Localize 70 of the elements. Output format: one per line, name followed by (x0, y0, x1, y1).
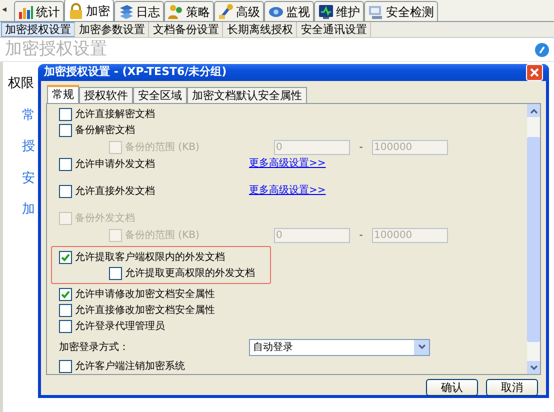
checkbox[interactable] (59, 158, 72, 170)
settings-link[interactable]: 授 (22, 137, 35, 156)
checkbox-label: 允许申请修改加密文档安全属性 (75, 288, 215, 302)
checkmark-icon (61, 252, 70, 262)
checkbox-label: 允许申请外发文档 (75, 158, 155, 172)
dialog-tab[interactable]: 安全区域 (133, 87, 187, 103)
range-separator: - (358, 140, 364, 154)
settings-tab[interactable]: 安全通讯设置 (298, 22, 371, 37)
module-tab[interactable]: 日志 (114, 1, 164, 21)
stack-icon (118, 4, 134, 20)
checkbox[interactable] (59, 184, 72, 198)
module-tab[interactable]: 统计 (14, 1, 64, 21)
checkbox-label: 允许直接解密文档 (75, 108, 155, 122)
checkbox[interactable] (59, 288, 72, 300)
range-separator: - (358, 228, 364, 242)
close-icon[interactable] (526, 64, 543, 81)
bar-chart-icon (18, 4, 34, 20)
dialog-tab[interactable]: 加密文档默认安全属性 (187, 87, 307, 103)
module-tab[interactable]: 策略 (164, 1, 214, 21)
padlock-icon (68, 2, 84, 18)
checkbox-label: 备份解密文档 (75, 124, 135, 138)
advanced-settings-link[interactable]: 更多高级设置>> (249, 156, 326, 172)
scroll-down-icon[interactable] (530, 364, 538, 370)
settings-tab[interactable]: 加密授权设置 (1, 22, 75, 37)
settings-link[interactable]: 常 (22, 106, 35, 125)
checkbox[interactable] (59, 250, 72, 264)
module-tab[interactable]: 加密 (64, 0, 114, 21)
settings-tab[interactable]: 加密参数设置 (76, 22, 149, 37)
dialog-tab[interactable]: 常规 (47, 85, 79, 103)
page-title: 加密授权设置 (5, 38, 107, 61)
checkbox-label: 允许提取客户端权限内的外发文档 (75, 250, 225, 264)
checkbox[interactable] (59, 360, 72, 372)
section-heading: 权限 (8, 75, 34, 93)
checkbox[interactable] (59, 124, 72, 136)
settings-link[interactable]: 加 (22, 200, 35, 220)
tools-icon (218, 4, 234, 20)
monitor-icon (318, 4, 334, 20)
login-mode-dropdown[interactable]: 自动登录 (249, 338, 430, 356)
module-tab[interactable]: 高级 (214, 1, 264, 21)
module-tab[interactable]: 监视 (264, 1, 314, 21)
module-tab[interactable]: 安全检测 (364, 1, 438, 21)
checkbox-label: 允许登录代理管理员 (75, 320, 165, 334)
advanced-settings-link[interactable]: 更多高级设置>> (249, 183, 326, 199)
checkbox-label: 允许客户端注销加密系统 (75, 360, 185, 374)
checkbox-label: 允许直接修改加密文档安全属性 (75, 304, 215, 318)
dialog-tab[interactable]: 授权软件 (79, 87, 133, 103)
settings-link[interactable]: 安 (22, 168, 35, 188)
checkbox-label: 备份的范围 (KB) (125, 140, 200, 154)
checkbox[interactable] (59, 320, 72, 332)
checkbox-label: 允许提取更高权限的外发文档 (125, 266, 255, 280)
scroll-left-arrow[interactable]: ◂ (0, 4, 14, 18)
checkbox[interactable] (59, 304, 72, 316)
checkbox[interactable] (109, 266, 122, 280)
checkbox-label: 允许直接外发文档 (75, 184, 155, 198)
computer-icon (368, 4, 384, 20)
settings-tab[interactable]: 长期离线授权 (224, 22, 297, 37)
checkbox-label: 备份外发文档 (75, 212, 135, 226)
scrollbar[interactable] (527, 104, 540, 374)
checkbox[interactable] (59, 108, 72, 120)
module-tab[interactable]: 维护 (314, 1, 364, 21)
people-icon (168, 4, 184, 20)
dialog-button[interactable]: 确认 (426, 379, 478, 396)
help-icon[interactable] (535, 42, 549, 56)
dialog-title: 加密授权设置 - (XP-TEST6/未分组) (44, 64, 227, 80)
login-mode-label: 加密登录方式： (59, 340, 130, 354)
dialog-button[interactable]: 取消 (486, 379, 538, 396)
scroll-up-icon[interactable] (530, 108, 538, 114)
settings-tab[interactable]: 文档备份设置 (150, 22, 223, 37)
checkmark-icon (61, 290, 70, 298)
checkbox-label: 备份的范围 (KB) (125, 228, 200, 242)
